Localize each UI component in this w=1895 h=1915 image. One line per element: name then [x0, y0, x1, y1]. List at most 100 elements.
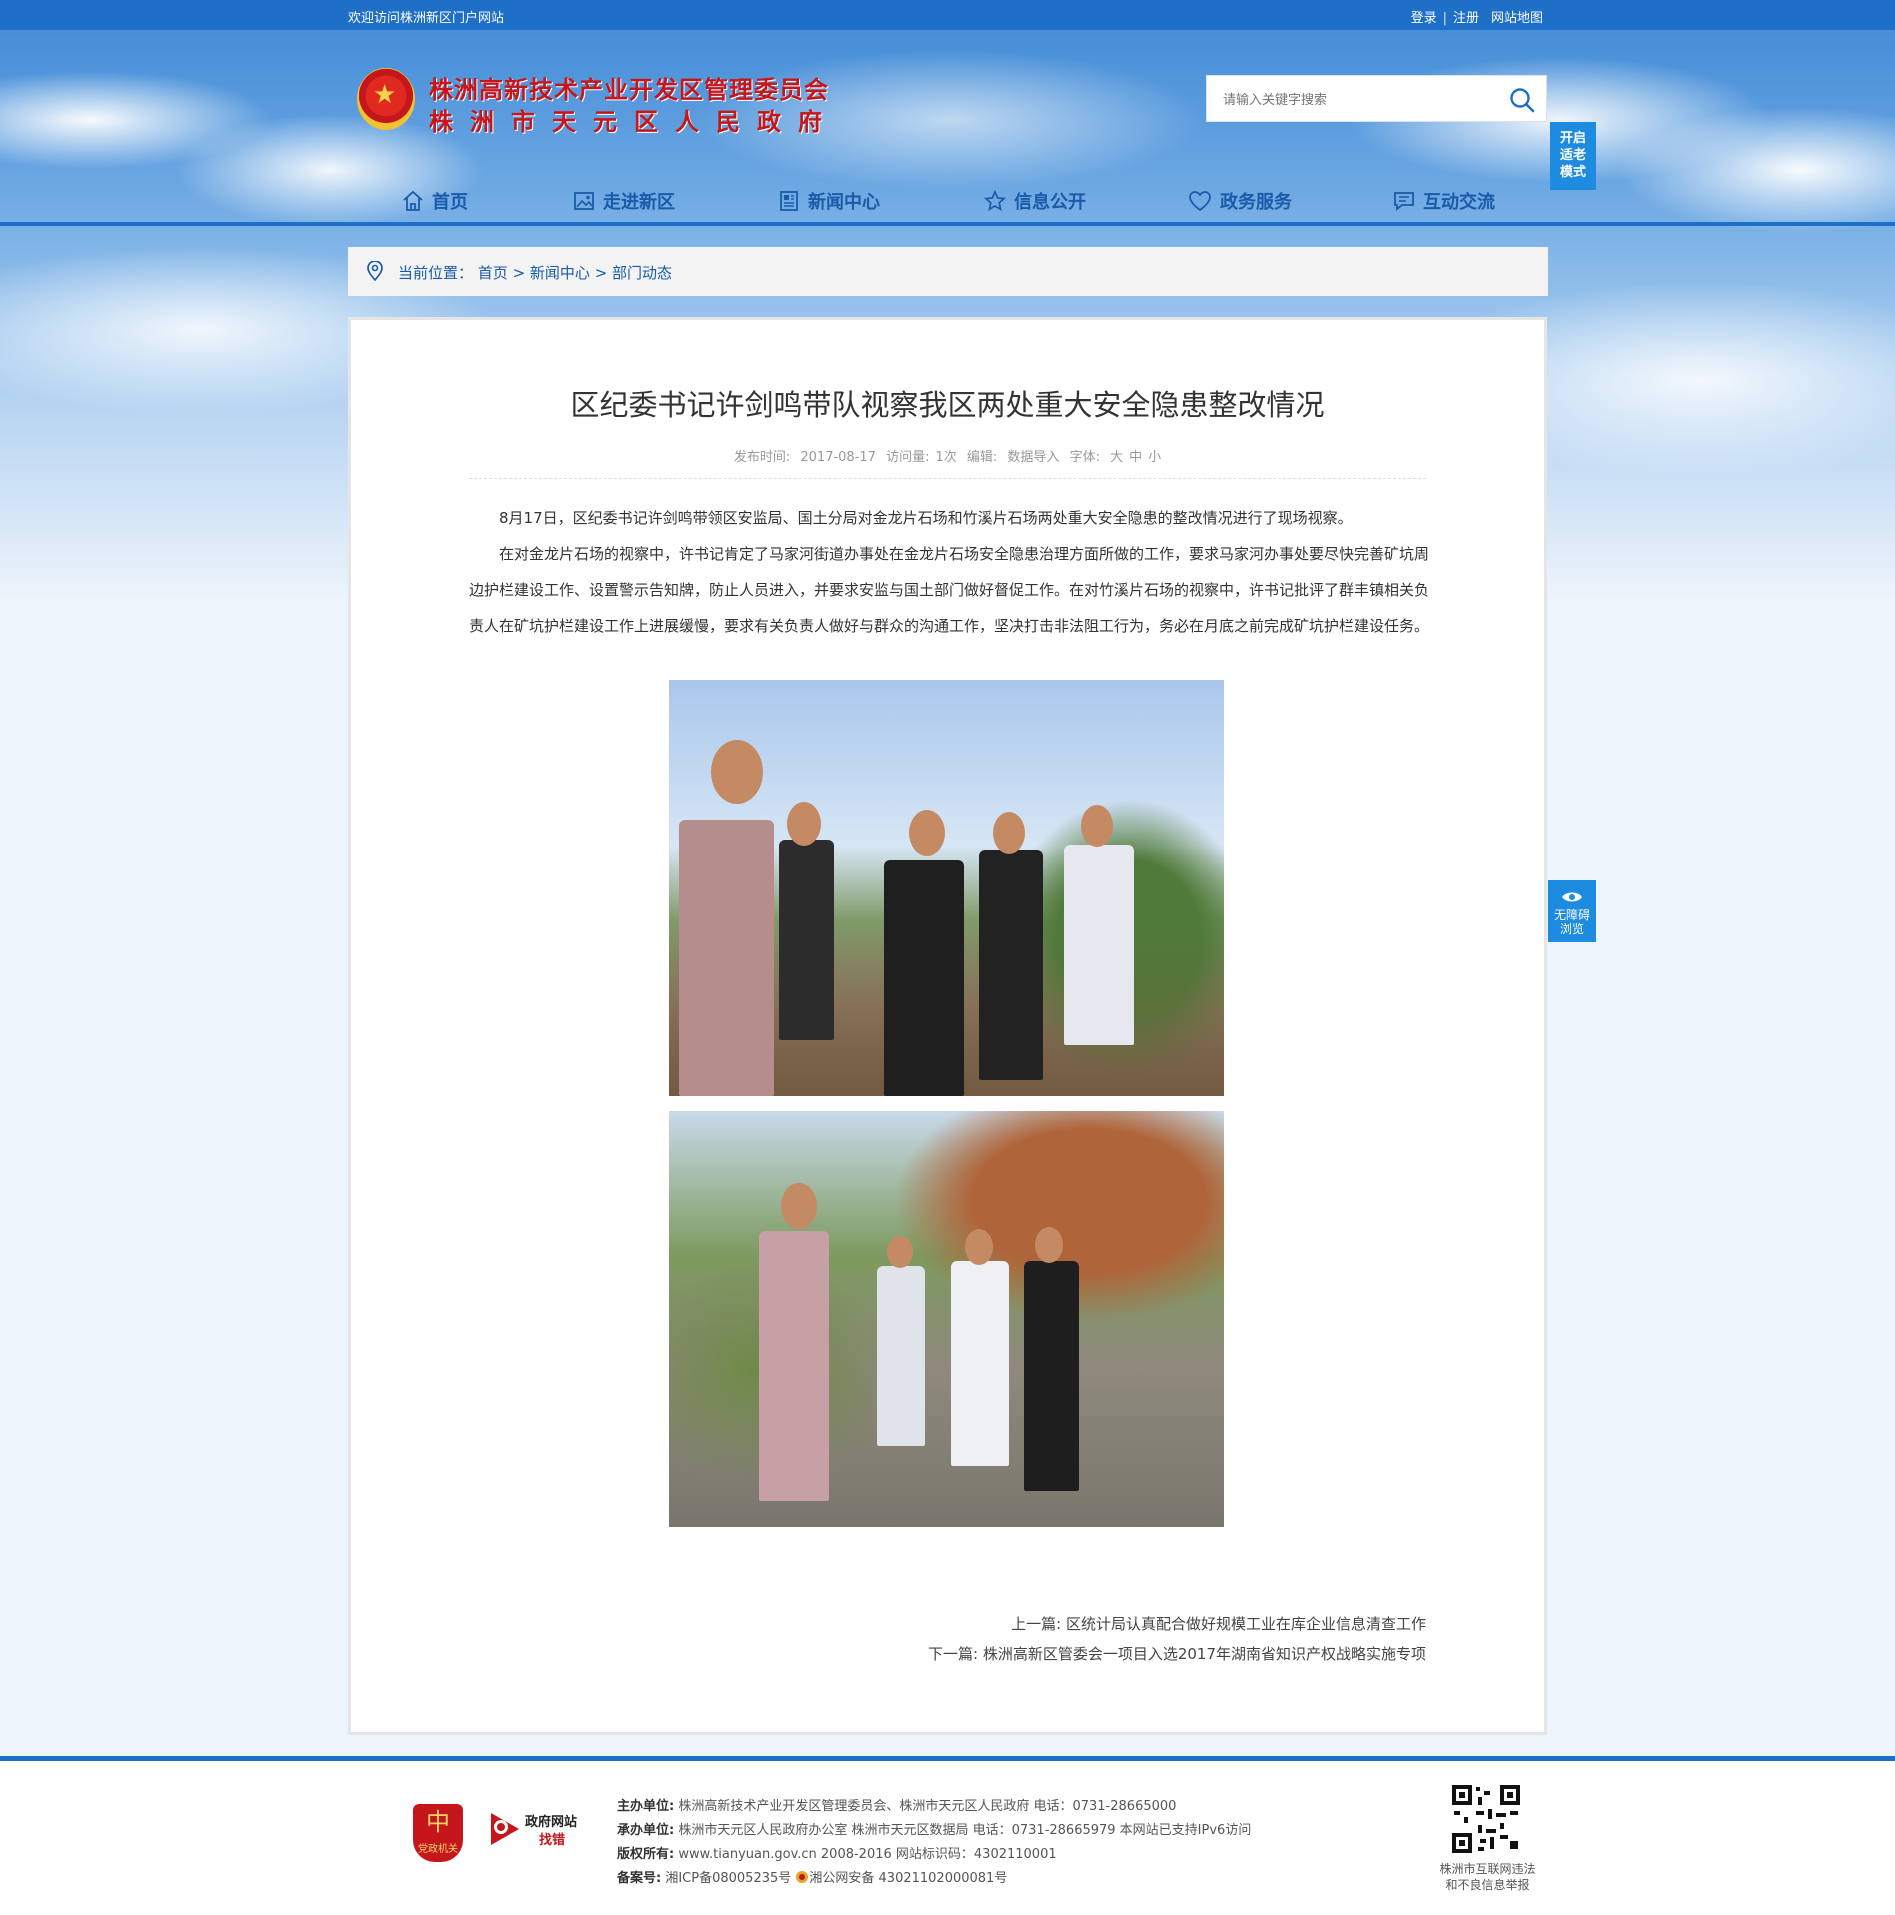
visits-label: 访问量: — [886, 450, 930, 465]
gov-site-error-report[interactable]: 政府网站 找错 — [487, 1805, 587, 1851]
party-gov-badge[interactable]: 中 党政机关 — [413, 1804, 463, 1862]
nav-item-news[interactable]: 新闻中心 — [778, 182, 880, 220]
photo-figure — [679, 820, 774, 1096]
publish-label: 发布时间: — [733, 450, 791, 465]
next-article-link[interactable]: 株洲高新区管委会一项目入选2017年湖南省知识产权战略实施专项 — [983, 1645, 1426, 1663]
photo-figure — [711, 740, 763, 804]
breadcrumb-prefix: 当前位置： — [398, 264, 474, 282]
photo-figure — [884, 860, 964, 1096]
badge2-line1: 政府网站 — [525, 1815, 578, 1830]
font-large-button[interactable]: 大 — [1110, 450, 1123, 465]
editor-label: 编辑: — [966, 450, 998, 465]
police-link[interactable]: 湘公网安备 43021102000081号 — [809, 1871, 1007, 1886]
photo-figure — [779, 840, 834, 1040]
accessibility-button[interactable]: 无障碍浏览 — [1548, 880, 1596, 942]
photo-figure — [887, 1236, 913, 1268]
qr-code-icon — [1450, 1783, 1522, 1855]
article-body: 8月17日，区纪委书记许剑鸣带领区安监局、国土分局对金龙片石场和竹溪片石场两处重… — [469, 500, 1431, 644]
photo-figure — [965, 1229, 993, 1265]
photo-figure — [1024, 1261, 1079, 1491]
logo-line2: 株洲市天元区人民政府 — [429, 107, 839, 136]
host-label: 主办单位: — [617, 1799, 675, 1814]
prev-article-link[interactable]: 区统计局认真配合做好规模工业在库企业信息清查工作 — [1066, 1615, 1426, 1633]
location-pin-icon — [367, 261, 383, 281]
photo-figure — [759, 1231, 829, 1501]
prev-article: 上一篇: 区统计局认真配合做好规模工业在库企业信息清查工作 — [1011, 1613, 1426, 1634]
font-medium-button[interactable]: 中 — [1129, 450, 1142, 465]
article-title: 区纪委书记许剑鸣带队视察我区两处重大安全隐患整改情况 — [570, 388, 1325, 422]
publish-date: 2017-08-17 — [800, 450, 876, 465]
separator: | — [1442, 11, 1447, 26]
breadcrumb-news[interactable]: 新闻中心 — [530, 264, 590, 282]
login-link[interactable]: 登录 — [1411, 11, 1437, 26]
report-text[interactable]: 株洲市互联网违法 和不良信息举报 — [1420, 1861, 1555, 1893]
nav-underline — [0, 222, 1895, 226]
welcome-text: 欢迎访问株洲新区门户网站 — [348, 11, 505, 26]
breadcrumb: 当前位置： 首页 > 新闻中心 > 部门动态 — [348, 247, 1548, 296]
eye-icon — [1562, 892, 1582, 902]
photo-figure — [877, 1266, 925, 1446]
register-link[interactable]: 注册 — [1453, 11, 1479, 26]
nav-item-services[interactable]: 政务服务 — [1188, 182, 1292, 220]
star-icon — [984, 190, 1006, 212]
footer: 中 党政机关 政府网站 找错 主办单位: 株洲高新技术产业开发区管理委员会、株洲… — [0, 1761, 1895, 1915]
picture-icon — [574, 192, 594, 210]
photo-figure — [951, 1261, 1009, 1466]
article-photo — [669, 1111, 1224, 1527]
article-meta: 发布时间: 2017-08-17 访问量: 1次 编辑: 数据导入 字体: 大中小 — [351, 446, 1544, 465]
nav-label: 互动交流 — [1423, 192, 1495, 213]
photo-figure — [1081, 805, 1113, 847]
chat-icon — [1394, 192, 1414, 211]
icp-label: 备案号: — [617, 1871, 662, 1886]
elder-mode-button[interactable]: 开启适老模式 — [1550, 122, 1596, 190]
photo-figure — [1035, 1227, 1063, 1263]
nav-item-info[interactable]: 信息公开 — [984, 182, 1086, 220]
footer-copyright: 版权所有: www.tianyuan.gov.cn 2008-2016 网站标识… — [617, 1843, 1251, 1867]
badge2-line2: 找错 — [539, 1833, 566, 1848]
article-paragraph: 在对金龙片石场的视察中，许书记肯定了马家河街道办事处在金龙片石场安全隐患治理方面… — [469, 545, 1430, 635]
breadcrumb-home[interactable]: 首页 — [478, 264, 508, 282]
nav-item-home[interactable]: 首页 — [402, 182, 468, 220]
search-box — [1206, 75, 1547, 122]
search-icon — [1510, 88, 1535, 113]
font-small-button[interactable]: 小 — [1148, 450, 1161, 465]
search-button[interactable] — [1508, 86, 1536, 114]
breadcrumb-text: 当前位置： 首页 > 新闻中心 > 部门动态 — [398, 262, 672, 283]
heart-icon — [1189, 191, 1211, 212]
report-line2: 和不良信息举报 — [1445, 1878, 1530, 1892]
undertake-text: 株洲市天元区人民政府办公室 株洲市天元区数据局 电话：0731-28665979… — [678, 1823, 1252, 1838]
breadcrumb-dept[interactable]: 部门动态 — [612, 264, 672, 282]
site-logo[interactable]: 株洲高新技术产业开发区管理委员会 株洲市天元区人民政府 — [357, 68, 917, 136]
report-line1: 株洲市互联网违法 — [1439, 1862, 1536, 1876]
next-label: 下一篇: — [927, 1645, 979, 1663]
nav-item-about[interactable]: 走进新区 — [573, 182, 675, 220]
breadcrumb-sep: > — [507, 264, 530, 282]
prev-label: 上一篇: — [1011, 1615, 1062, 1633]
title-divider — [469, 478, 1426, 479]
photo-figure — [979, 850, 1043, 1080]
sitemap-link[interactable]: 网站地图 — [1491, 11, 1543, 26]
footer-undertake: 承办单位: 株洲市天元区人民政府办公室 株洲市天元区数据局 电话：0731-28… — [617, 1819, 1251, 1843]
nav-label: 首页 — [432, 192, 468, 213]
magnifier-icon — [491, 1813, 519, 1845]
icp-link[interactable]: 湘ICP备08005235号 — [665, 1871, 791, 1886]
badge-label: 党政机关 — [418, 1844, 458, 1855]
editor-name: 数据导入 — [1007, 450, 1060, 465]
photo-figure — [781, 1183, 817, 1229]
search-input[interactable] — [1221, 88, 1495, 112]
top-bar: 欢迎访问株洲新区门户网站 登录 | 注册 网站地图 — [0, 0, 1895, 30]
top-links: 登录 | 注册 网站地图 — [1411, 7, 1543, 26]
elder-mode-label: 开启适老模式 — [1559, 131, 1586, 180]
nav-label: 政务服务 — [1220, 192, 1292, 213]
footer-host: 主办单位: 株洲高新技术产业开发区管理委员会、株洲市天元区人民政府 电话：073… — [617, 1795, 1251, 1819]
accessibility-label: 无障碍浏览 — [1553, 908, 1590, 936]
font-label: 字体: — [1069, 450, 1100, 465]
nav-item-interaction[interactable]: 互动交流 — [1393, 182, 1495, 220]
newspaper-icon — [780, 191, 798, 211]
logo-line1: 株洲高新技术产业开发区管理委员会 — [429, 75, 829, 104]
host-text: 株洲高新技术产业开发区管理委员会、株洲市天元区人民政府 电话：0731-2866… — [678, 1799, 1177, 1814]
article-paragraph: 8月17日，区纪委书记许剑鸣带领区安监局、国土分局对金龙片石场和竹溪片石场两处重… — [499, 509, 1353, 527]
undertake-label: 承办单位: — [617, 1823, 675, 1838]
nav-label: 新闻中心 — [808, 192, 880, 213]
photo-figure — [993, 812, 1025, 854]
